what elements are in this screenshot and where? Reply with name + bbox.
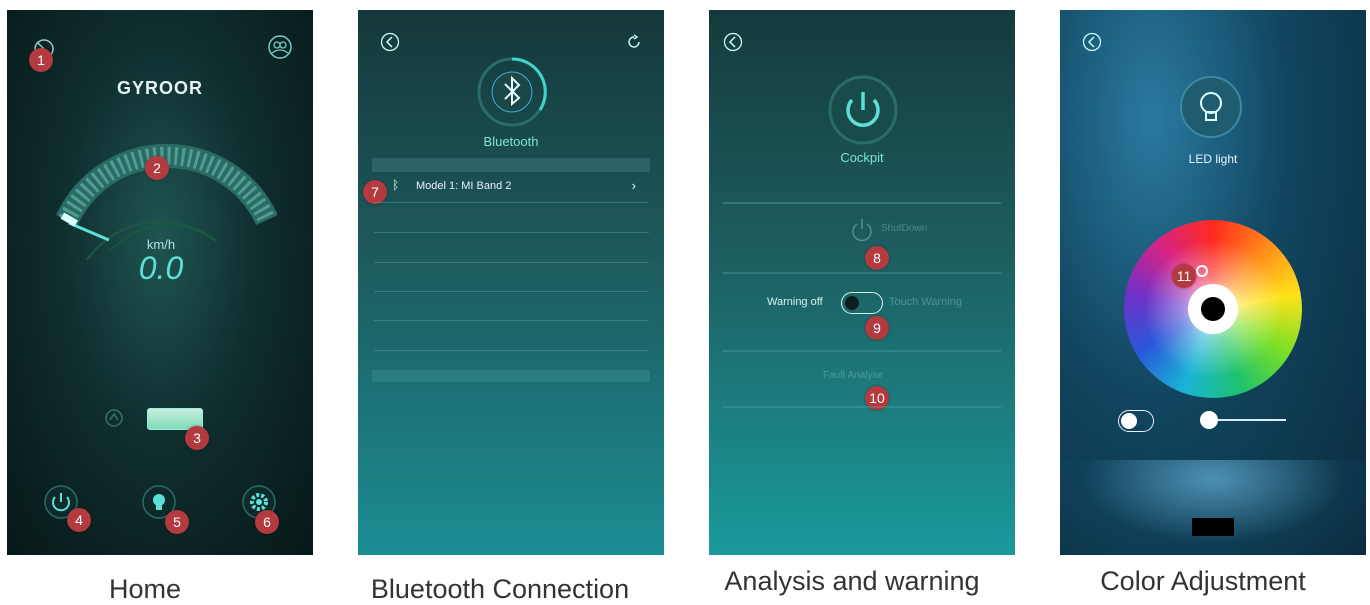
badge-5: 5 [165,510,189,534]
list-header-bar [372,158,650,172]
light-toggle[interactable] [1118,410,1154,432]
back-icon[interactable] [1082,32,1102,52]
list-divider [374,350,649,351]
badge-2: 2 [145,156,169,180]
group-icon[interactable] [267,34,293,60]
background-glow [1060,460,1366,555]
bluetooth-icon[interactable] [476,56,548,128]
device-name[interactable]: Model 1: MI Band 2 [416,180,511,192]
brightness-slider-track[interactable] [1210,419,1286,421]
caption-bluetooth: Bluetooth Connection [370,574,630,604]
caption-analysis: Analysis and warning [724,566,980,596]
bluetooth-screen: Bluetooth 7 ᛒ Model 1: MI Band 2 › [358,10,664,555]
badge-11: 11 [1172,264,1196,288]
divider [723,202,1001,204]
badge-8: 8 [865,246,889,270]
badge-3: 3 [185,426,209,450]
lock-icon [105,409,123,427]
brightness-slider-knob[interactable] [1200,411,1218,429]
badge-9: 9 [865,316,889,340]
caption-color: Color Adjustment [1100,566,1306,596]
divider [723,350,1001,352]
divider [723,406,1001,408]
chevron-right-icon[interactable]: › [632,178,636,193]
badge-4: 4 [67,508,91,532]
home-screen: 1 GYROOR 2 km/h 0.0 3 4 5 6 [7,10,313,555]
list-divider [374,232,649,233]
light-bulb-icon[interactable] [1178,74,1244,140]
fault-analyse-label[interactable]: Fault Analyse [823,370,883,381]
list-footer-bar [372,370,650,382]
back-icon[interactable] [723,32,743,52]
shutdown-label[interactable]: ShutDown [881,223,927,234]
color-picker-handle[interactable] [1196,265,1208,277]
list-divider [374,202,649,203]
analysis-screen: Cockpit ShutDown 8 Warning off Touch War… [709,10,1015,555]
bluetooth-title: Bluetooth [483,134,539,149]
back-icon[interactable] [380,32,400,52]
warning-off-label: Warning off [767,296,823,308]
touch-warning-label: Touch Warning [889,296,962,308]
black-rectangle [1192,518,1234,536]
warning-toggle[interactable] [841,292,883,314]
badge-7: 7 [363,180,387,204]
led-light-title: LED light [1188,152,1238,166]
toggle-knob [1121,413,1137,429]
caption-home: Home [108,574,182,604]
divider [723,272,1001,274]
shutdown-icon[interactable] [849,216,875,242]
color-screen: LED light 11 [1060,10,1366,555]
power-icon[interactable] [827,74,899,146]
refresh-icon[interactable] [626,34,642,50]
badge-1: 1 [29,48,53,72]
list-divider [374,262,649,263]
color-wheel-center-dot [1201,297,1225,321]
badge-6: 6 [255,510,279,534]
speed-value: 0.0 [138,250,184,286]
cockpit-title: Cockpit [840,150,884,165]
list-divider [374,291,649,292]
list-divider [374,320,649,321]
toggle-knob [845,296,859,310]
bluetooth-small-icon: ᛒ [392,178,400,192]
brand-logo: GYROOR [116,78,203,98]
